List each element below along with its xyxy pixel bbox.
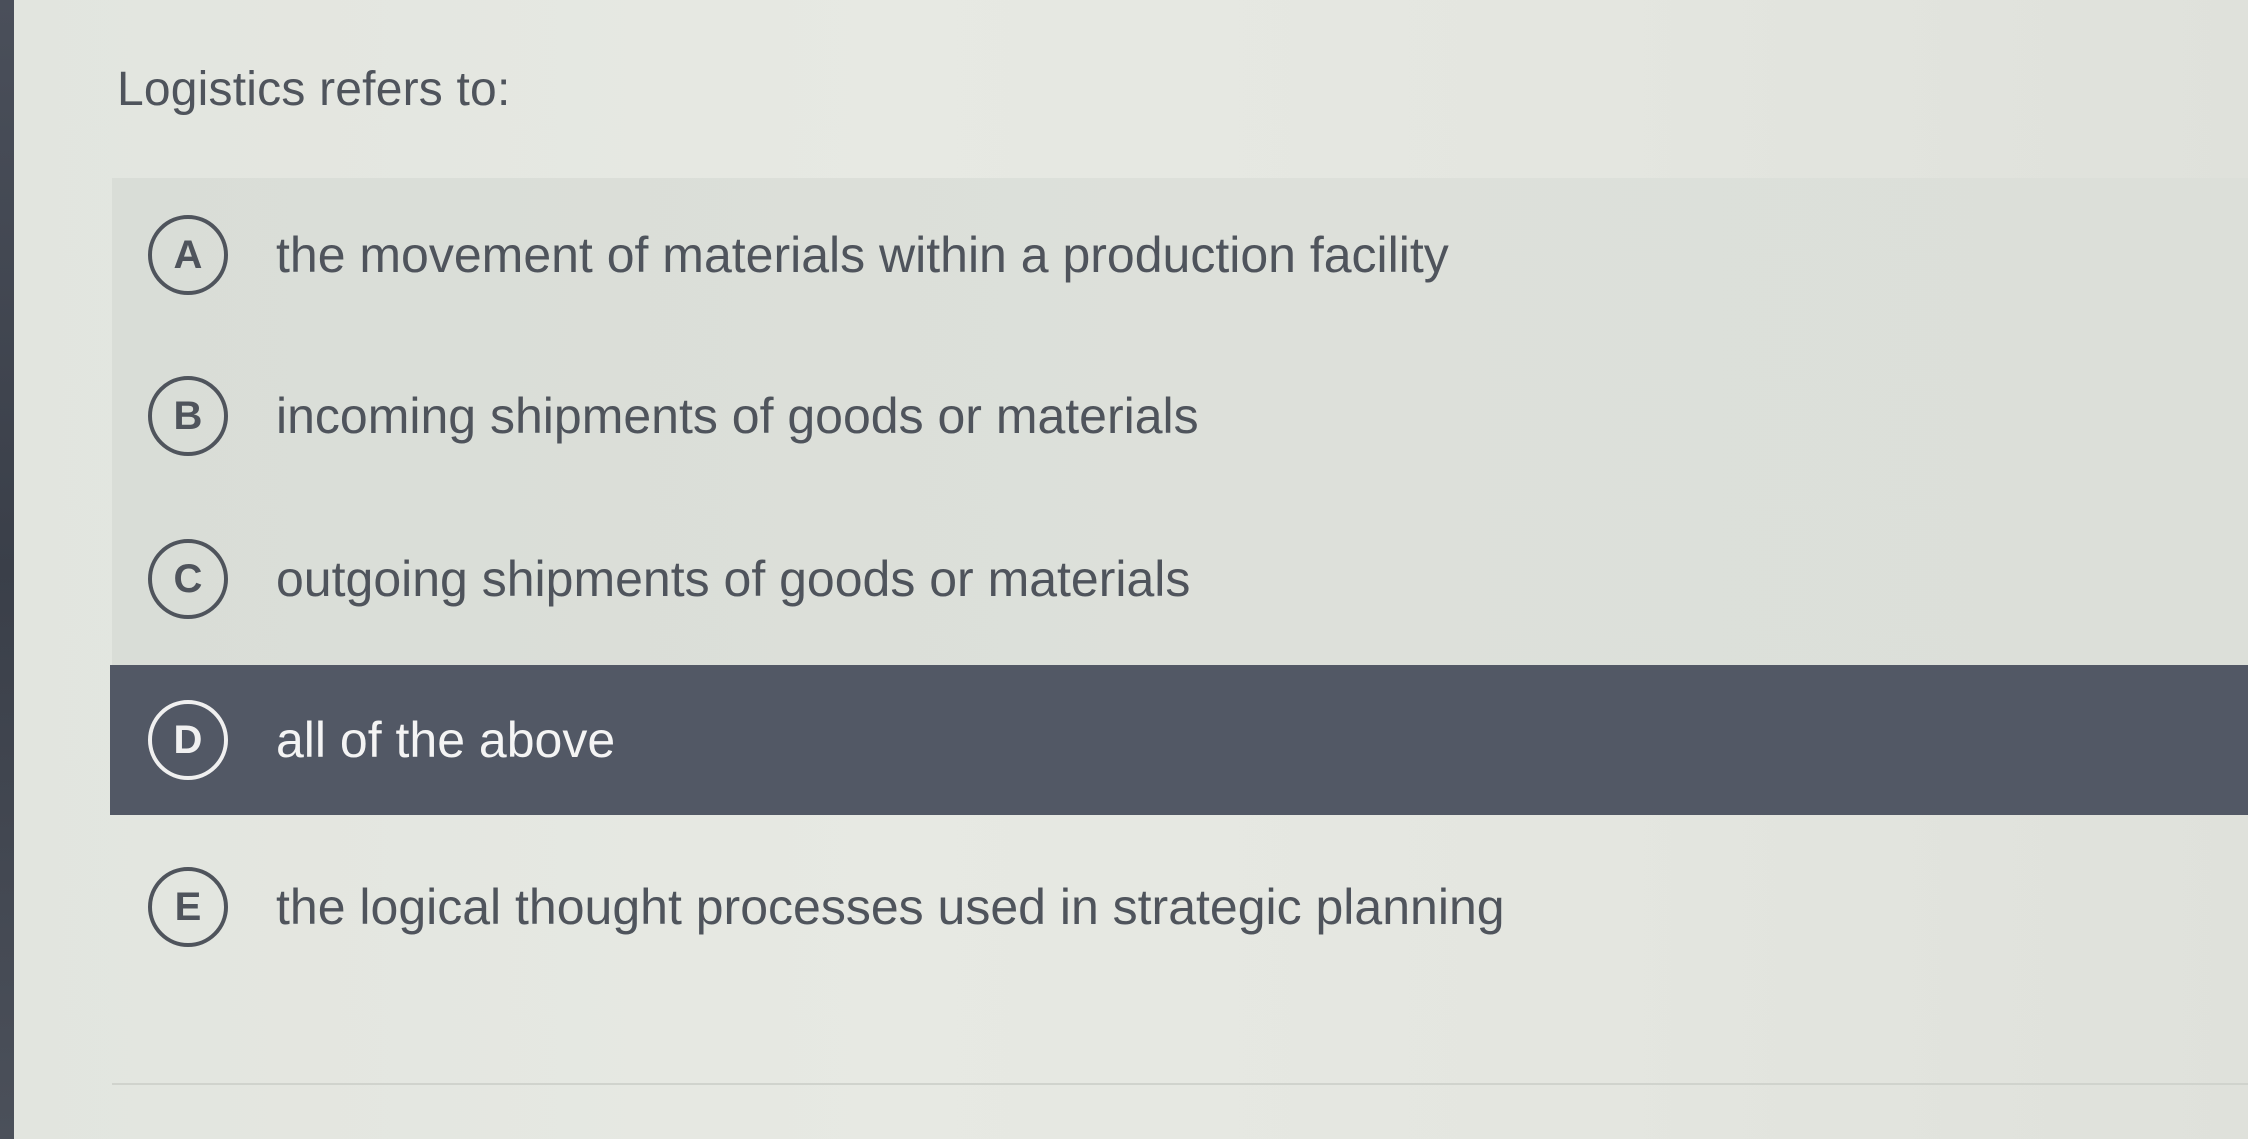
option-letter-badge: E	[148, 867, 228, 947]
option-label: the logical thought processes used in st…	[276, 879, 1505, 935]
option-c[interactable]: C outgoing shipments of goods or materia…	[110, 504, 2248, 654]
option-label: outgoing shipments of goods or materials	[276, 551, 1191, 607]
option-letter-badge: D	[148, 700, 228, 780]
option-letter-badge: C	[148, 539, 228, 619]
option-label: incoming shipments of goods or materials	[276, 388, 1199, 444]
option-label: all of the above	[276, 712, 616, 768]
option-b[interactable]: B incoming shipments of goods or materia…	[110, 341, 2248, 491]
divider	[112, 1083, 2248, 1085]
option-letter-badge: A	[148, 215, 228, 295]
question-text: Logistics refers to:	[117, 63, 511, 116]
option-a[interactable]: A the movement of materials within a pro…	[110, 180, 2248, 330]
option-d[interactable]: D all of the above	[110, 665, 2248, 815]
window-left-edge	[0, 0, 14, 1139]
option-label: the movement of materials within a produ…	[276, 227, 1449, 283]
option-e[interactable]: E the logical thought processes used in …	[110, 832, 2248, 982]
option-letter-badge: B	[148, 376, 228, 456]
